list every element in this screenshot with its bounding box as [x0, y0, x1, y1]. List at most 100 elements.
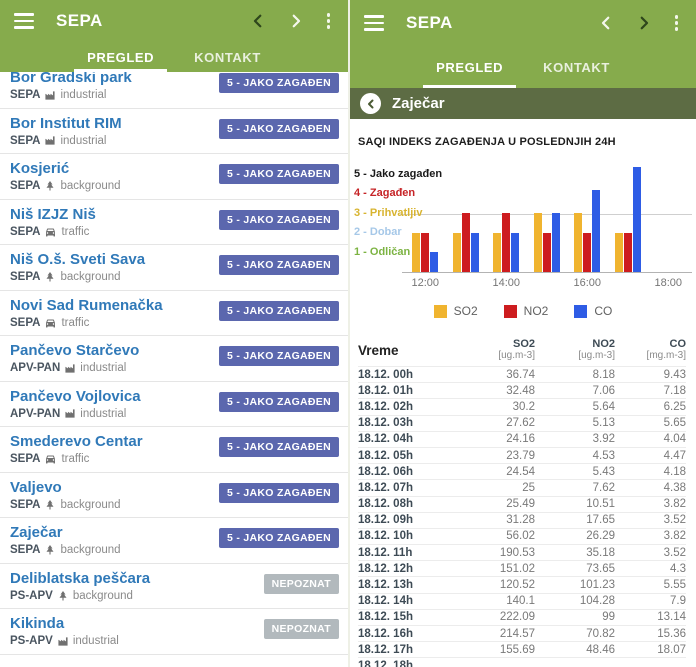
row-time: 18.12. 01h	[358, 385, 470, 397]
station-type-label: industrial	[80, 362, 126, 374]
station-row[interactable]: Zaječar SEPA background 5 - JAKO ZAGAĐEN	[0, 518, 348, 564]
row-so2-value: 151.02	[470, 563, 535, 575]
row-so2-value: 120.52	[470, 579, 535, 591]
station-agency: PS-APV	[10, 590, 53, 602]
pine-tree-icon	[44, 544, 56, 556]
row-so2-value: 25.49	[470, 498, 535, 510]
row-so2-value: 30.2	[470, 401, 535, 413]
car-icon	[44, 453, 57, 465]
nav-prev-arrow-icon[interactable]	[247, 10, 269, 32]
row-no2-value: 7.06	[535, 385, 615, 397]
back-button[interactable]	[360, 93, 381, 114]
row-co-value: 15.36	[615, 628, 686, 640]
gridline-level-3	[400, 214, 692, 215]
bar-no2-15h	[543, 233, 551, 272]
row-co-value: 13.14	[615, 611, 686, 623]
nav-prev-arrow-icon[interactable]	[595, 12, 617, 34]
table-row: 18.12. 01h32.487.067.18	[358, 382, 686, 398]
tab-bar: PREGLED KONTAKT	[0, 42, 348, 72]
hamburger-menu-icon[interactable]	[364, 15, 384, 31]
station-type-label: background	[73, 590, 133, 602]
nav-next-arrow-icon[interactable]	[633, 12, 655, 34]
overflow-menu-icon[interactable]	[323, 13, 335, 29]
row-time: 18.12. 02h	[358, 401, 470, 413]
row-no2-value: 8.18	[535, 369, 615, 381]
station-status-badge: 5 - JAKO ZAGAĐEN	[219, 164, 339, 184]
bar-no2-16h	[583, 233, 591, 272]
app-bar: SEPA	[0, 0, 348, 42]
row-time: 18.12. 17h	[358, 644, 470, 656]
row-no2-value: 5.64	[535, 401, 615, 413]
table-row: 18.12. 06h24.545.434.18	[358, 463, 686, 479]
row-co-value: 5.65	[615, 417, 686, 429]
overflow-menu-icon[interactable]	[671, 15, 683, 31]
station-type-label: traffic	[61, 453, 89, 465]
tab-bar: PREGLED KONTAKT	[350, 46, 696, 88]
table-row: 18.12. 14h140.1104.287.9	[358, 593, 686, 609]
station-row[interactable]: Kikinda PS-APV industrial NEPOZNAT	[0, 609, 348, 655]
row-so2-value: 24.16	[470, 433, 535, 445]
row-so2-value: 56.02	[470, 530, 535, 542]
table-row: 18.12. 08h25.4910.513.82	[358, 496, 686, 512]
station-status-badge: 5 - JAKO ZAGAĐEN	[219, 437, 339, 457]
bar-so2-17h	[615, 233, 623, 272]
station-row[interactable]: Niš O.š. Sveti Sava SEPA background 5 - …	[0, 245, 348, 291]
row-time: 18.12. 00h	[358, 369, 470, 381]
chart-legend: SO2NO2CO	[350, 304, 696, 318]
nav-next-arrow-icon[interactable]	[285, 10, 307, 32]
tab-pregled[interactable]: PREGLED	[74, 42, 167, 72]
row-so2-value: 214.57	[470, 628, 535, 640]
table-row: 18.12. 13h120.52101.235.55	[358, 576, 686, 592]
station-type-label: background	[60, 544, 120, 556]
station-status-badge: 5 - JAKO ZAGAĐEN	[219, 301, 339, 321]
legend-item-co: CO	[574, 304, 612, 318]
x-axis-tick-label: 14:00	[484, 277, 528, 289]
row-co-value: 5.55	[615, 579, 686, 591]
station-row[interactable]: Bor Institut RIM SEPA industrial 5 - JAK…	[0, 109, 348, 155]
row-so2-value: 32.48	[470, 385, 535, 397]
table-row: 18.12. 03h27.625.135.65	[358, 415, 686, 431]
tab-kontakt[interactable]: KONTAKT	[181, 42, 274, 72]
station-row[interactable]: Pančevo Vojlovica APV-PAN industrial 5 -…	[0, 382, 348, 428]
table-row: 18.12. 10h56.0226.293.82	[358, 528, 686, 544]
station-row[interactable]: Valjevo SEPA background 5 - JAKO ZAGAĐEN	[0, 473, 348, 519]
table-row: 18.12. 07h257.624.38	[358, 479, 686, 495]
station-row[interactable]: Pančevo Starčevo APV-PAN industrial 5 - …	[0, 336, 348, 382]
station-agency: SEPA	[10, 317, 40, 329]
station-detail-title: Zaječar	[392, 95, 445, 112]
station-row[interactable]: Deliblatska peščara PS-APV background NE…	[0, 564, 348, 610]
table-header: Vreme SO2[ug.m-3]NO2[ug.m-3]CO[mg.m-3]	[358, 338, 686, 366]
row-co-value: 3.82	[615, 530, 686, 542]
station-agency: APV-PAN	[10, 362, 60, 374]
row-so2-value: 27.62	[470, 417, 535, 429]
stations-list-screen: SEPA PREGLED KONTAKT Bor Gradski park SE…	[0, 0, 348, 667]
row-time: 18.12. 12h	[358, 563, 470, 575]
row-co-value: 3.82	[615, 498, 686, 510]
tab-kontakt[interactable]: KONTAKT	[530, 46, 623, 88]
app-title: SEPA	[406, 13, 453, 33]
row-co-value: 6.25	[615, 401, 686, 413]
station-row[interactable]: Kosjerić SEPA background 5 - JAKO ZAGAĐE…	[0, 154, 348, 200]
row-no2-value: 73.65	[535, 563, 615, 575]
row-time: 18.12. 04h	[358, 433, 470, 445]
bar-co-17h	[633, 167, 641, 272]
row-time: 18.12. 18h	[358, 660, 470, 667]
row-time: 18.12. 06h	[358, 466, 470, 478]
app-bar: SEPA	[350, 0, 696, 46]
hamburger-menu-icon[interactable]	[14, 13, 34, 29]
station-agency: SEPA	[10, 499, 40, 511]
side-by-side-screenshots: SEPA PREGLED KONTAKT Bor Gradski park SE…	[0, 0, 696, 667]
row-so2-value: 25	[470, 482, 535, 494]
y-axis-label: 3 - Prihvatljiv	[354, 207, 422, 219]
row-time: 18.12. 07h	[358, 482, 470, 494]
bar-so2-15h	[534, 213, 542, 272]
factory-icon	[64, 363, 76, 374]
station-type-label: industrial	[60, 89, 106, 101]
tab-pregled[interactable]: PREGLED	[423, 46, 516, 88]
row-so2-value: 36.74	[470, 369, 535, 381]
station-row[interactable]: Niš IZJZ Niš SEPA traffic 5 - JAKO ZAGAĐ…	[0, 200, 348, 246]
pine-tree-icon	[57, 590, 69, 602]
row-so2-value: 140.1	[470, 595, 535, 607]
station-row[interactable]: Novi Sad Rumenačka SEPA traffic 5 - JAKO…	[0, 291, 348, 337]
station-row[interactable]: Smederevo Centar SEPA traffic 5 - JAKO Z…	[0, 427, 348, 473]
